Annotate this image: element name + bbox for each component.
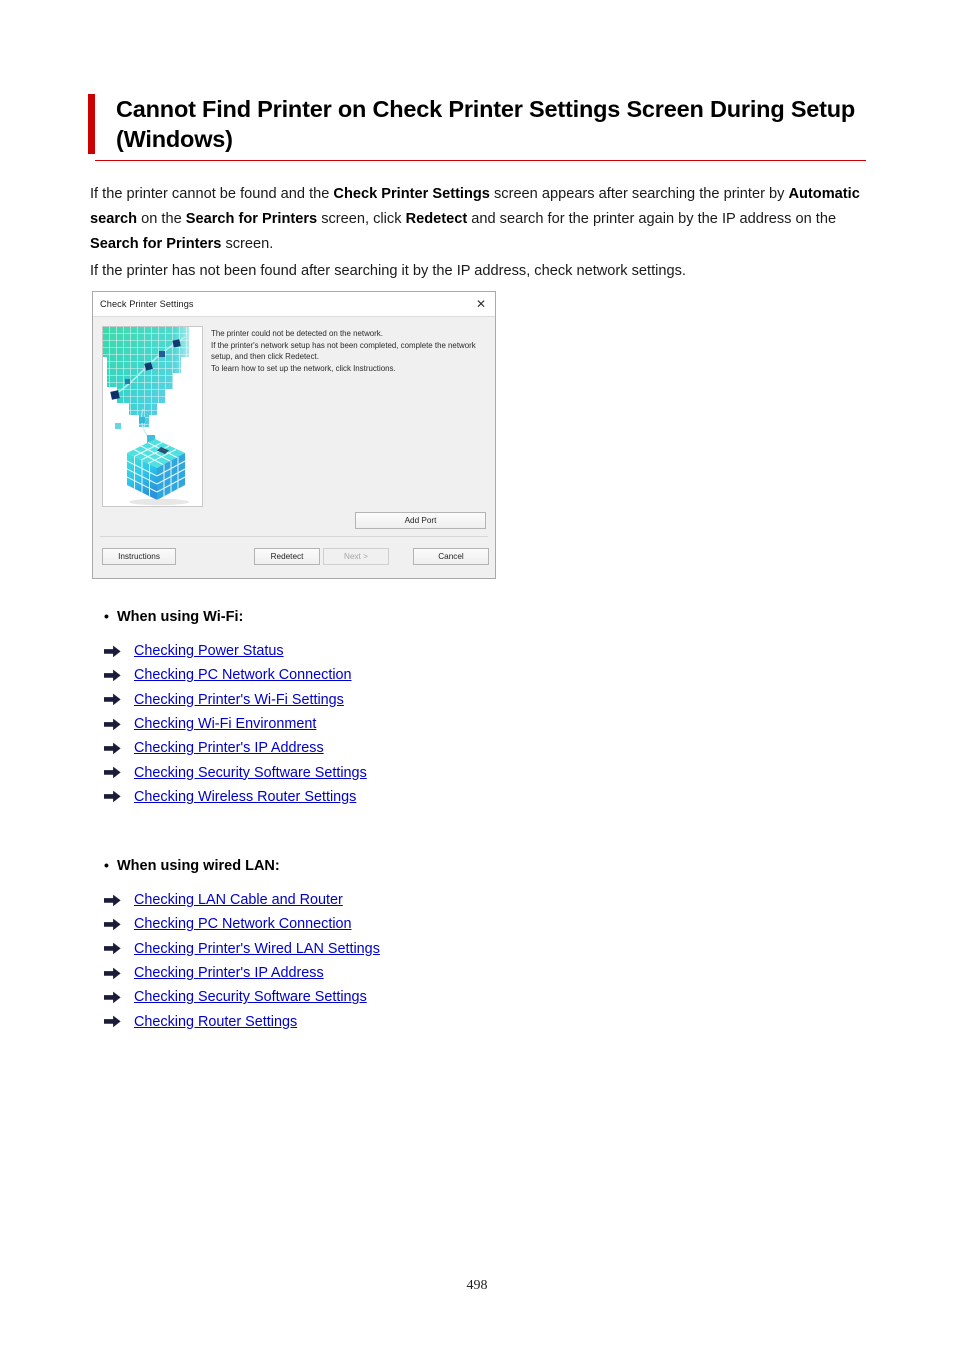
list-item: Checking Power Status (104, 639, 804, 663)
intro-paragraph: If the printer cannot be found and the C… (90, 182, 874, 257)
document-page: Cannot Find Printer on Check Printer Set… (0, 0, 954, 1350)
list-item: Checking Printer's Wired LAN Settings (104, 937, 804, 961)
arrow-right-icon (104, 669, 134, 682)
list-item: Checking Printer's IP Address (104, 736, 804, 760)
dialog-body: The printer could not be detected on the… (93, 317, 495, 537)
doc-link[interactable]: Checking PC Network Connection (134, 665, 352, 685)
wifi-link-list: Checking Power Status Checking PC Network… (104, 639, 804, 809)
section-when-using-wired-lan: • When using wired LAN: Checking LAN Cab… (104, 855, 804, 1034)
arrow-right-icon (104, 766, 134, 779)
arrow-right-icon (104, 967, 134, 980)
dialog-footer: Instructions Redetect Next > Cancel (93, 537, 495, 578)
page-number: 498 (466, 1278, 488, 1293)
arrow-right-icon (104, 718, 134, 731)
check-printer-settings-dialog: Check Printer Settings ✕ The printer cou… (92, 291, 496, 579)
doc-link[interactable]: Checking Security Software Settings (134, 987, 367, 1007)
close-icon[interactable]: ✕ (472, 295, 490, 313)
redetect-button[interactable]: Redetect (254, 548, 320, 565)
doc-link[interactable]: Checking LAN Cable and Router (134, 890, 343, 910)
cancel-button[interactable]: Cancel (413, 548, 489, 565)
section-when-using-wifi: • When using Wi-Fi: Checking Power Statu… (104, 606, 804, 809)
lan-link-list: Checking LAN Cable and Router Checking PC… (104, 888, 804, 1034)
arrow-right-icon (104, 918, 134, 931)
page-title: Cannot Find Printer on Check Printer Set… (116, 96, 856, 153)
paragraph-text: If the printer cannot be found and the (90, 186, 334, 202)
doc-link[interactable]: Checking Power Status (134, 641, 284, 661)
instructions-button[interactable]: Instructions (102, 548, 176, 565)
emphasis-term: Redetect (405, 211, 468, 227)
arrow-right-icon (104, 693, 134, 706)
doc-link[interactable]: Checking Wireless Router Settings (134, 787, 356, 807)
arrow-right-icon (104, 1015, 134, 1028)
emphasis-term: Check Printer Settings (333, 186, 490, 202)
arrow-right-icon (104, 894, 134, 907)
dialog-titlebar: Check Printer Settings ✕ (93, 292, 495, 317)
list-item: Checking Security Software Settings (104, 760, 804, 784)
list-item: Checking Printer's IP Address (104, 961, 804, 985)
list-item: Checking PC Network Connection (104, 912, 804, 936)
page-title-block: Cannot Find Printer on Check Printer Set… (88, 94, 866, 161)
bullet-glyph: • (104, 857, 109, 873)
paragraph-text: on the (137, 211, 186, 227)
section-heading-label: When using wired LAN: (117, 858, 280, 874)
list-item: Checking Wi-Fi Environment (104, 712, 804, 736)
doc-link[interactable]: Checking Printer's Wired LAN Settings (134, 939, 380, 959)
title-underline-rule (95, 160, 866, 161)
paragraph-text: and search for the printer again by the … (467, 211, 837, 227)
network-printer-illustration (102, 326, 203, 507)
section-heading-row: • When using Wi-Fi: (104, 606, 804, 627)
dialog-title: Check Printer Settings (100, 299, 194, 309)
doc-link[interactable]: Checking Router Settings (134, 1012, 297, 1032)
arrow-right-icon (104, 942, 134, 955)
list-item: Checking Security Software Settings (104, 985, 804, 1009)
doc-link[interactable]: Checking Wi-Fi Environment (134, 714, 316, 734)
arrow-right-icon (104, 790, 134, 803)
doc-link[interactable]: Checking Security Software Settings (134, 763, 367, 783)
doc-link[interactable]: Checking Printer's IP Address (134, 738, 324, 758)
emphasis-term: Search for Printers (185, 211, 318, 227)
section-heading-label: When using Wi-Fi: (117, 609, 244, 625)
bullet-glyph: • (104, 608, 109, 624)
list-item: Checking PC Network Connection (104, 663, 804, 687)
arrow-right-icon (104, 645, 134, 658)
list-item: Checking Router Settings (104, 1009, 804, 1033)
list-item: Checking Printer's Wi-Fi Settings (104, 688, 804, 712)
dialog-message: The printer could not be detected on the… (211, 329, 476, 373)
paragraph-text: screen appears after searching the print… (489, 186, 789, 202)
doc-link[interactable]: Checking Printer's IP Address (134, 963, 324, 983)
doc-link[interactable]: Checking PC Network Connection (134, 914, 352, 934)
paragraph-text: screen. (221, 236, 274, 252)
list-item: Checking Wireless Router Settings (104, 785, 804, 809)
arrow-right-icon (104, 742, 134, 755)
doc-link[interactable]: Checking Printer's Wi-Fi Settings (134, 690, 344, 710)
section-heading-row: • When using wired LAN: (104, 855, 804, 876)
list-item: Checking LAN Cable and Router (104, 888, 804, 912)
next-button[interactable]: Next > (323, 548, 389, 565)
arrow-right-icon (104, 991, 134, 1004)
title-accent-bar (88, 94, 95, 155)
emphasis-term: Search for Printers (90, 236, 222, 252)
add-port-button[interactable]: Add Port (355, 512, 486, 529)
secondary-paragraph: If the printer has not been found after … (90, 263, 686, 279)
paragraph-text: screen, click (317, 211, 406, 227)
